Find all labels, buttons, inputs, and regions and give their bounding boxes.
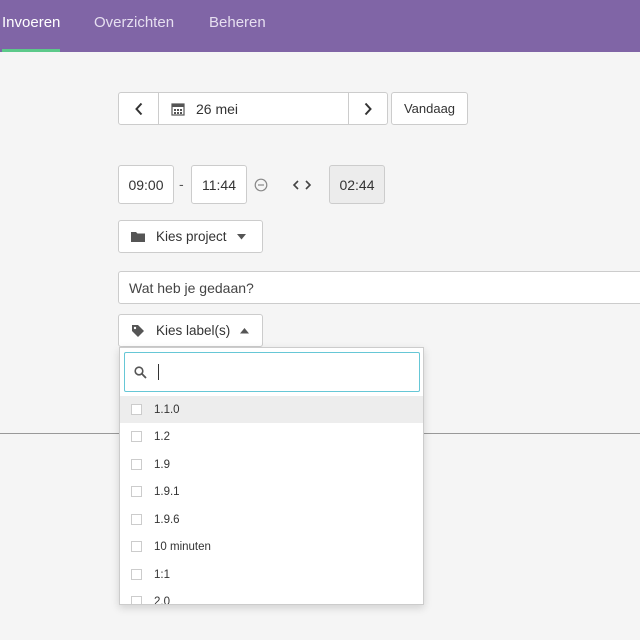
start-time-input[interactable]: 09:00 [118,165,174,204]
checkbox[interactable] [131,459,142,470]
end-time-input[interactable]: 11:44 [191,165,247,204]
label-option-text: 10 minuten [154,540,211,553]
time-separator: - [179,176,184,192]
caret-down-icon [236,233,246,239]
label-option[interactable]: 1:1 [120,561,423,588]
label-option[interactable]: 1.9.6 [120,506,423,533]
previous-day-button[interactable] [119,93,158,124]
checkbox[interactable] [131,596,142,604]
label-option-text: 1:1 [154,568,170,581]
label-option[interactable]: 1.9.1 [120,478,423,505]
label-option-text: 1.9.6 [154,513,180,526]
label-option[interactable]: 1.2 [120,423,423,450]
project-select[interactable]: Kies project [118,220,263,253]
label-option-text: 1.2 [154,430,170,443]
checkbox[interactable] [131,569,142,580]
clock-icon[interactable] [254,178,268,192]
chevron-left-icon [134,102,142,115]
labels-dropdown: 1.1.0 1.2 1.9 1.9.1 1.9.6 10 minuten 1:1… [119,347,424,605]
tag-icon [132,324,144,337]
label-option[interactable]: 1.1.0 [120,396,423,423]
checkbox[interactable] [131,514,142,525]
next-day-button[interactable] [349,93,387,124]
label-option[interactable]: 1.9 [120,451,423,478]
label-option-text: 2.0 [154,595,170,605]
checkbox[interactable] [131,541,142,552]
swap-arrows-icon[interactable] [292,179,312,191]
project-select-label: Kies project [156,229,227,244]
text-cursor [158,364,159,380]
label-option-text: 1.9.1 [154,485,180,498]
tab-overzichten[interactable]: Overzichten [94,0,174,52]
labels-select-label: Kies label(s) [156,323,231,338]
caret-up-icon [240,327,250,333]
tab-invoeren[interactable]: Invoeren [2,0,61,52]
label-option-text: 1.9 [154,458,170,471]
chevron-right-icon [364,102,372,115]
calendar-icon [171,102,185,116]
checkbox[interactable] [131,404,142,415]
selected-date: 26 mei [196,100,239,117]
label-option[interactable]: 10 minuten [120,533,423,560]
labels-select[interactable]: Kies label(s) [118,314,263,347]
tab-beheren[interactable]: Beheren [209,0,266,52]
today-button[interactable]: Vandaag [391,92,468,125]
description-input[interactable]: Wat heb je gedaan? [118,271,640,304]
label-search-input[interactable] [124,352,420,392]
date-picker-button[interactable]: 26 mei [159,93,348,124]
top-navigation: Invoeren Overzichten Beheren [0,0,640,52]
search-icon [134,366,147,379]
checkbox[interactable] [131,431,142,442]
checkbox[interactable] [131,486,142,497]
label-option-text: 1.1.0 [154,403,180,416]
duration-display[interactable]: 02:44 [329,165,385,204]
folder-icon [131,231,145,242]
date-navigator: 26 mei [118,92,388,125]
label-option[interactable]: 2.0 [120,588,423,605]
